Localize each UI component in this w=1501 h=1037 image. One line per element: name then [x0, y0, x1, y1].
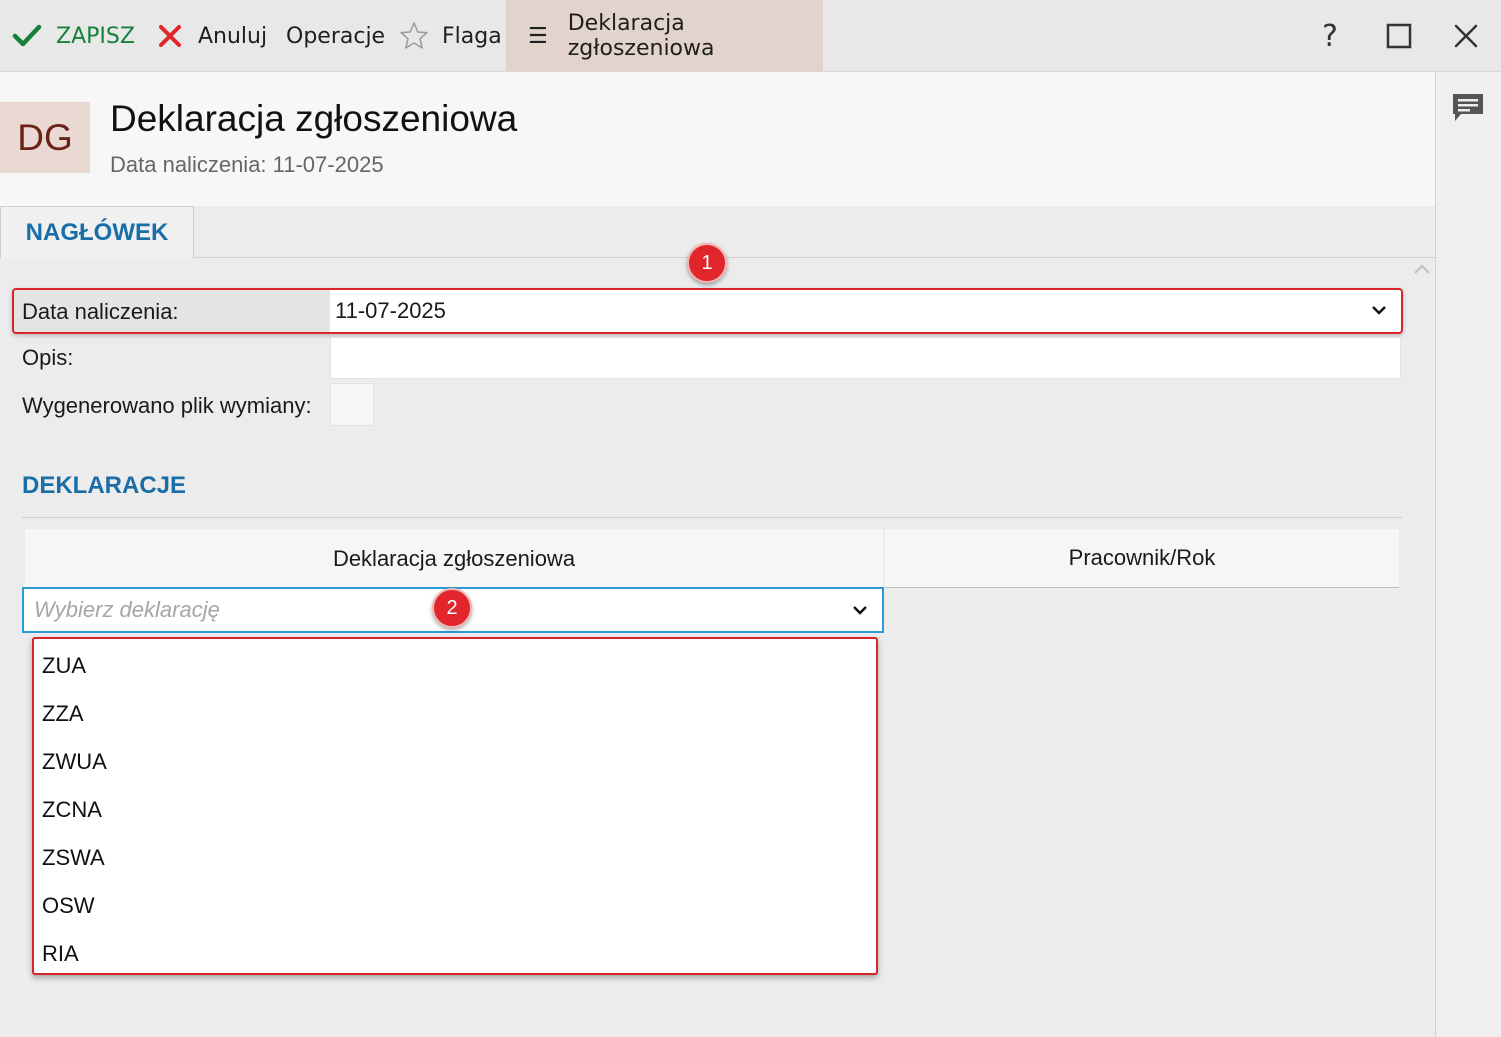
- comment-icon[interactable]: [1451, 92, 1485, 124]
- annotation-badge-1: 1: [687, 243, 727, 283]
- save-label: ZAPISZ: [56, 23, 135, 49]
- star-icon: [400, 22, 428, 49]
- cancel-label: Anuluj: [198, 23, 268, 49]
- chevron-down-icon[interactable]: [852, 604, 868, 616]
- page-subtitle: Data naliczenia: 11-07-2025: [110, 152, 384, 177]
- tab-deklaracja[interactable]: ☰ Deklaracja zgłoszeniowa: [506, 0, 823, 72]
- flag-button[interactable]: Flaga: [398, 0, 502, 72]
- dropdown-option[interactable]: ZUA: [34, 639, 876, 687]
- dropdown-option[interactable]: OSW: [34, 879, 876, 927]
- help-icon: ?: [1322, 18, 1338, 54]
- dropdown-option[interactable]: ZSWA: [34, 831, 876, 879]
- opis-field[interactable]: [330, 337, 1401, 379]
- right-sidebar: [1435, 72, 1501, 1037]
- operations-button[interactable]: Operacje: [286, 0, 385, 72]
- declaration-dropdown: ZUA ZZA ZWUA ZCNA ZSWA OSW RIA: [32, 637, 878, 975]
- highlight-date-row: [12, 288, 1403, 334]
- dropdown-option[interactable]: RIA: [34, 927, 876, 975]
- section-title-deklaracje: DEKLARACJE: [22, 472, 187, 499]
- column-header-pracownik-rok[interactable]: Pracownik/Rok: [885, 529, 1399, 588]
- generated-label: Wygenerowano plik wymiany:: [22, 393, 312, 418]
- opis-label: Opis:: [22, 345, 74, 370]
- page-header: DG Deklaracja zgłoszeniowa Data naliczen…: [0, 72, 1435, 206]
- dropdown-option[interactable]: ZWUA: [34, 735, 876, 783]
- dropdown-option[interactable]: ZCNA: [34, 783, 876, 831]
- column-header-deklaracja[interactable]: Deklaracja zgłoszeniowa: [25, 529, 883, 588]
- page-title: Deklaracja zgłoszeniowa: [110, 98, 518, 139]
- check-icon: [12, 24, 42, 47]
- tab-naglowek[interactable]: NAGŁÓWEK: [0, 206, 194, 259]
- toolbar: ZAPISZ Anuluj Operacje Flaga ☰ Deklaracj…: [0, 0, 1501, 72]
- save-button[interactable]: ZAPISZ: [12, 0, 135, 72]
- close-button[interactable]: [1452, 0, 1480, 72]
- maximize-icon: [1386, 23, 1412, 49]
- help-button[interactable]: ?: [1322, 0, 1338, 72]
- maximize-button[interactable]: [1385, 0, 1413, 72]
- tab-label: Deklaracja zgłoszeniowa: [567, 11, 715, 61]
- divider: [22, 517, 1402, 518]
- close-icon: [1454, 24, 1478, 48]
- x-icon: [159, 25, 181, 47]
- chevron-up-icon[interactable]: [1412, 262, 1432, 276]
- annotation-badge-2: 2: [432, 588, 472, 628]
- declaration-select-placeholder: Wybierz deklarację: [34, 597, 220, 622]
- operations-label: Operacje: [286, 23, 386, 49]
- generated-checkbox[interactable]: [330, 383, 374, 426]
- cancel-button[interactable]: Anuluj: [158, 0, 267, 72]
- avatar: DG: [0, 102, 90, 173]
- dropdown-option[interactable]: ZZA: [34, 687, 876, 735]
- flag-label: Flaga: [442, 23, 502, 49]
- hamburger-icon: ☰: [528, 23, 548, 49]
